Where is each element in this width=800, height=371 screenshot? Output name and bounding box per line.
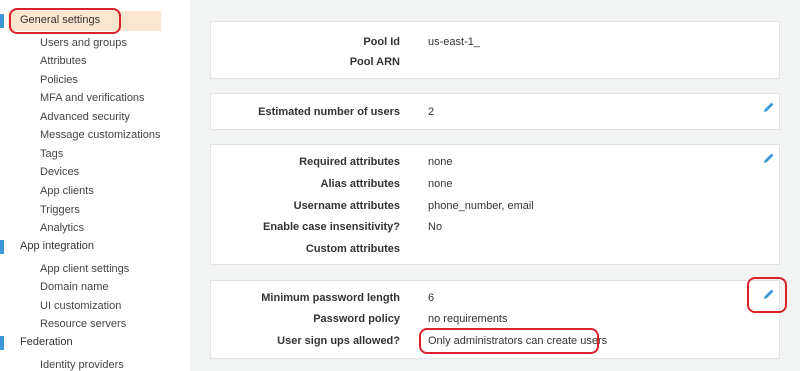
sidebar-section-label: Federation [20,336,73,348]
pool-id-row: Pool Id us-east-1_ [211,36,781,52]
case-insensitivity-label: Enable case insensitivity? [263,221,400,233]
username-attributes-value: phone_number, email [428,200,534,212]
sidebar-item-tags[interactable]: Tags [40,148,63,160]
username-attributes-row: Username attributes phone_number, email [211,200,781,216]
estimated-users-value: 2 [428,106,435,118]
custom-attributes-row: Custom attributes [211,243,781,259]
sidebar-item-app-clients[interactable]: App clients [40,185,94,197]
pool-arn-row: Pool ARN [211,56,781,72]
case-insensitivity-row: Enable case insensitivity? No [211,221,781,237]
sidebar-item-users-and-groups[interactable]: Users and groups [40,37,127,49]
min-password-label: Minimum password length [261,292,400,304]
custom-attributes-label: Custom attributes [305,243,400,255]
pool-id-label: Pool Id [363,36,400,48]
min-password-value: 6 [428,292,435,304]
pool-id-value: us-east-1_ [428,36,480,48]
user-signups-label: User sign ups allowed? [277,335,400,347]
annotation-edit-policies [747,277,787,313]
password-policy-row: Password policy no requirements [211,313,781,329]
min-password-row: Minimum password length 6 [211,292,781,308]
section-marker [0,336,4,350]
section-marker [0,14,4,28]
section-marker [0,240,4,254]
attributes-card: Required attributes none Alias attribute… [210,144,780,265]
sidebar: General settings Users and groups Attrib… [0,0,190,371]
users-card: Estimated number of users 2 [210,93,780,130]
sidebar-item-policies[interactable]: Policies [40,74,78,86]
sidebar-item-analytics[interactable]: Analytics [40,222,84,234]
username-attributes-label: Username attributes [293,200,400,212]
required-attributes-row: Required attributes none [211,156,781,172]
pencil-icon[interactable] [763,101,775,113]
sidebar-item-devices[interactable]: Devices [40,166,79,178]
password-policy-value: no requirements [428,313,508,325]
sidebar-section-app-integration[interactable]: App integration [0,237,190,257]
sidebar-item-mfa[interactable]: MFA and verifications [40,92,145,104]
sidebar-item-attributes[interactable]: Attributes [40,55,86,67]
sidebar-item-domain-name[interactable]: Domain name [40,281,108,293]
pencil-icon[interactable] [763,152,775,164]
pool-card: Pool Id us-east-1_ Pool ARN [210,21,780,79]
estimated-users-row: Estimated number of users 2 [211,106,781,122]
required-attributes-label: Required attributes [299,156,400,168]
sidebar-item-ui-customization[interactable]: UI customization [40,300,121,312]
annotation-general-settings [9,8,121,34]
sidebar-item-message-customizations[interactable]: Message customizations [40,129,160,141]
password-policy-label: Password policy [313,313,400,325]
sidebar-item-resource-servers[interactable]: Resource servers [40,318,126,330]
estimated-users-label: Estimated number of users [258,106,400,118]
case-insensitivity-value: No [428,221,443,233]
alias-attributes-row: Alias attributes none [211,178,781,194]
required-attributes-value: none [428,156,453,168]
pool-arn-label: Pool ARN [349,56,400,68]
alias-attributes-label: Alias attributes [320,178,400,190]
alias-attributes-value: none [428,178,453,190]
sidebar-section-federation[interactable]: Federation [0,333,190,353]
sidebar-item-triggers[interactable]: Triggers [40,204,80,216]
annotation-signups [419,328,599,354]
sidebar-item-identity-providers[interactable]: Identity providers [40,359,124,371]
sidebar-section-label: App integration [20,240,94,252]
sidebar-item-advanced-security[interactable]: Advanced security [40,111,130,123]
sidebar-item-app-client-settings[interactable]: App client settings [40,263,129,275]
